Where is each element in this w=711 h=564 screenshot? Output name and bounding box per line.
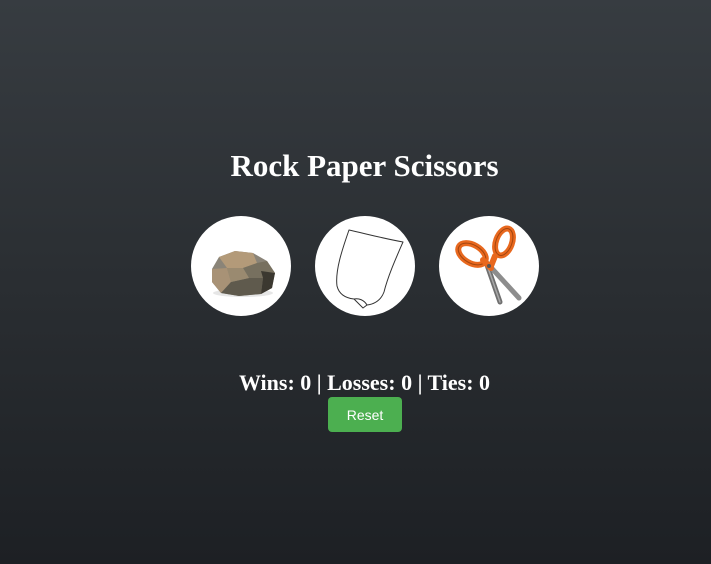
- game-title: Rock Paper Scissors: [230, 148, 499, 183]
- reset-button[interactable]: Reset: [328, 397, 402, 432]
- rock-icon: [212, 251, 275, 297]
- scissors-choice-button[interactable]: [439, 216, 539, 316]
- paper-choice-button[interactable]: [315, 216, 415, 316]
- paper-icon: [336, 229, 404, 309]
- rock-choice-button[interactable]: [191, 216, 291, 316]
- score-display: Wins: 0 | Losses: 0 | Ties: 0: [238, 370, 491, 395]
- scissors-icon: [455, 225, 522, 305]
